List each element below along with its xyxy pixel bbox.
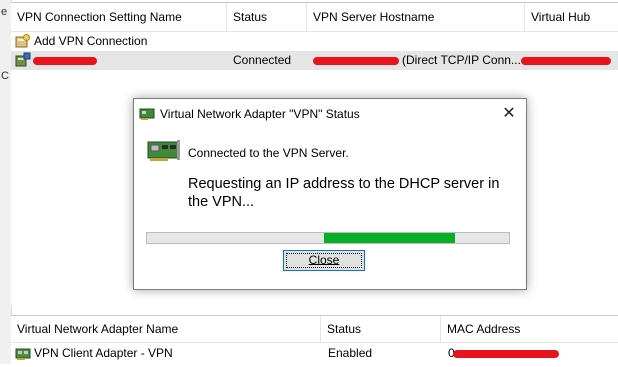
edge-glyph: e [1,6,8,18]
add-connection-icon [15,34,30,49]
add-vpn-connection-label: Add VPN Connection [34,34,148,48]
column-header-status[interactable]: Status [227,3,307,31]
list-item-add-vpn-connection[interactable]: Add VPN Connection [11,32,618,51]
column-header-mac-address[interactable]: MAC Address [441,316,618,342]
dhcp-status-message: Requesting an IP address to the DHCP ser… [188,176,500,210]
progress-bar-fill [324,233,455,243]
column-header-virtual-hub[interactable]: Virtual Hub [525,3,618,31]
close-button[interactable]: Close [283,250,365,271]
edge-glyph: C [1,70,9,82]
column-header-setting-name[interactable]: VPN Connection Setting Name [11,3,227,31]
focus-rectangle [286,253,362,268]
adapter-status: Enabled [328,346,373,360]
adapter-name: VPN Client Adapter - VPN [34,346,173,360]
redaction-mark [313,57,399,65]
adapter-status-dialog: Virtual Network Adapter "VPN" Status ✕ C… [133,98,527,290]
connection-status-message: Connected to the VPN Server. [188,146,349,160]
list-item-vpn-connection[interactable]: Connected (Direct TCP/IP Conn... [11,51,618,70]
adapter-list-header: Virtual Network Adapter Name Status MAC … [11,316,618,343]
redaction-mark [521,57,611,65]
column-header-adapter-name[interactable]: Virtual Network Adapter Name [11,316,321,342]
vpn-list-header: VPN Connection Setting Name Status VPN S… [11,3,618,32]
vpn-connection-icon [15,52,31,68]
network-adapter-icon [15,346,31,361]
close-icon[interactable]: ✕ [500,105,518,123]
dialog-title-bar[interactable]: Virtual Network Adapter "VPN" Status ✕ [134,99,526,129]
network-card-icon [139,107,155,121]
progress-bar [146,232,510,244]
adapter-list[interactable]: Virtual Network Adapter Name Status MAC … [11,315,618,365]
redaction-mark [33,57,97,65]
dialog-title: Virtual Network Adapter "VPN" Status [160,107,360,121]
connection-status: Connected [233,53,292,67]
redaction-mark [453,350,559,358]
network-adapter-card-icon [147,139,181,165]
column-header-adapter-status[interactable]: Status [321,316,441,342]
connection-hostname: (Direct TCP/IP Conn... [402,53,521,67]
list-item-adapter[interactable]: VPN Client Adapter - VPN Enabled 0 [11,344,618,363]
column-header-server-hostname[interactable]: VPN Server Hostname [307,3,525,31]
